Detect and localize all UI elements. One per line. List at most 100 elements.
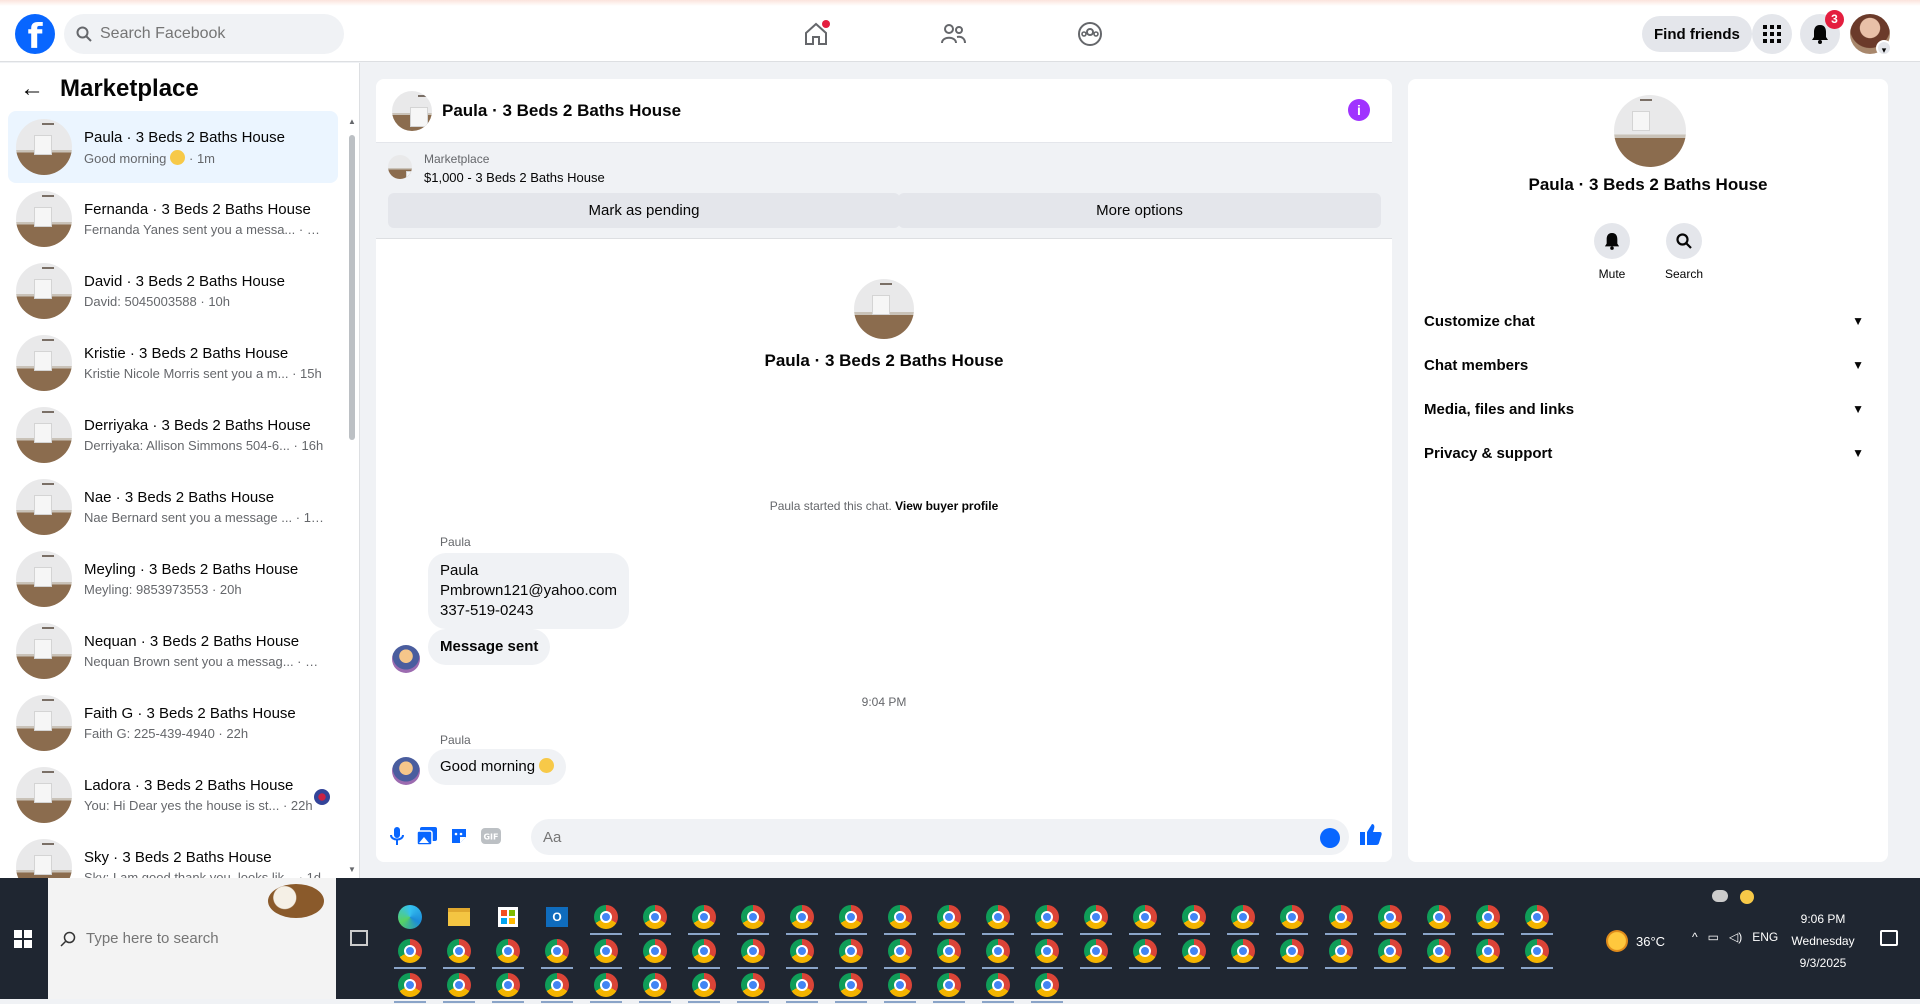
conversation-item[interactable]: Faith G · 3 Beds 2 Baths House Faith G: … [8, 687, 338, 759]
message-input[interactable] [531, 819, 1349, 855]
chrome-window-icon[interactable] [1517, 932, 1557, 970]
chevron-up-icon[interactable]: ^ [1692, 930, 1698, 944]
groups-nav[interactable] [1074, 18, 1106, 50]
facebook-logo[interactable]: f [15, 14, 55, 54]
chrome-window-icon[interactable] [1321, 932, 1361, 970]
chrome-window-icon[interactable] [733, 966, 773, 1004]
message-bubble[interactable]: Message sent [428, 629, 551, 665]
windows-start-icon[interactable] [14, 930, 32, 948]
chat-listing-thumbnail[interactable] [392, 90, 432, 131]
chrome-window-icon[interactable] [488, 966, 528, 1004]
chrome-window-icon[interactable] [978, 932, 1018, 970]
taskbar-search-input[interactable] [86, 930, 286, 947]
back-arrow-icon[interactable]: ← [20, 75, 44, 103]
chrome-window-icon[interactable] [586, 966, 626, 1004]
chrome-window-icon[interactable] [537, 932, 577, 970]
store-icon[interactable] [488, 898, 528, 936]
conversation-item[interactable]: David · 3 Beds 2 Baths House David: 5045… [8, 255, 338, 327]
scroll-down-icon[interactable]: ▼ [348, 865, 356, 874]
chrome-window-icon[interactable] [1468, 898, 1508, 936]
listing-price-title[interactable]: $1,000 - 3 Beds 2 Baths House [424, 170, 605, 185]
chrome-window-icon[interactable] [684, 898, 724, 936]
chrome-window-icon[interactable] [537, 966, 577, 1004]
chrome-window-icon[interactable] [782, 932, 822, 970]
chevron-down-icon[interactable]: ▾ [1876, 40, 1892, 56]
chrome-window-icon[interactable] [1076, 898, 1116, 936]
search-facebook-input[interactable] [100, 25, 320, 43]
chat-title[interactable]: Paula · 3 Beds 2 Baths House [442, 101, 681, 121]
chrome-window-icon[interactable] [1321, 898, 1361, 936]
chrome-window-icon[interactable] [733, 898, 773, 936]
chrome-window-icon[interactable] [1174, 932, 1214, 970]
chat-members-row[interactable]: Chat members ▼ [1424, 343, 1872, 387]
chrome-window-icon[interactable] [1027, 898, 1067, 936]
chrome-window-icon[interactable] [1027, 932, 1067, 970]
message-bubble[interactable]: Paula Pmbrown121@yahoo.com 337-519-0243 [428, 553, 629, 629]
task-view-icon[interactable] [350, 930, 368, 946]
thumbs-up-icon[interactable] [1360, 823, 1382, 851]
chrome-window-icon[interactable] [1370, 932, 1410, 970]
conversation-item[interactable]: Derriyaka · 3 Beds 2 Baths House Derriya… [8, 399, 338, 471]
chrome-window-icon[interactable] [929, 898, 969, 936]
chrome-window-icon[interactable] [1125, 898, 1165, 936]
conversation-item[interactable]: Sky · 3 Beds 2 Baths House Sky: I am goo… [8, 831, 338, 878]
chrome-window-icon[interactable] [684, 966, 724, 1004]
edge-icon[interactable] [390, 898, 430, 936]
chrome-window-icon[interactable] [831, 932, 871, 970]
photo-icon[interactable] [416, 825, 438, 847]
view-buyer-profile-link[interactable]: View buyer profile [895, 499, 998, 513]
chrome-window-icon[interactable] [1125, 932, 1165, 970]
chrome-window-icon[interactable] [488, 932, 528, 970]
chrome-window-icon[interactable] [684, 932, 724, 970]
chrome-window-icon[interactable] [1076, 932, 1116, 970]
message-bubble[interactable]: Good morning [428, 749, 567, 785]
weather-widget[interactable]: 36°C [1606, 930, 1665, 952]
microphone-icon[interactable] [386, 825, 408, 847]
conversation-item[interactable]: Meyling · 3 Beds 2 Baths House Meyling: … [8, 543, 338, 615]
conversation-item[interactable]: Nequan · 3 Beds 2 Baths House Nequan Bro… [8, 615, 338, 687]
chrome-window-icon[interactable] [1174, 898, 1214, 936]
language-indicator[interactable]: ENG [1752, 930, 1778, 944]
chrome-window-icon[interactable] [635, 898, 675, 936]
chrome-window-icon[interactable] [1419, 932, 1459, 970]
chrome-window-icon[interactable] [1223, 932, 1263, 970]
chrome-window-icon[interactable] [831, 898, 871, 936]
sender-avatar[interactable] [392, 645, 420, 673]
chrome-window-icon[interactable] [978, 966, 1018, 1004]
chrome-window-icon[interactable] [439, 932, 479, 970]
file-explorer-icon[interactable] [439, 898, 479, 936]
chrome-window-icon[interactable] [880, 898, 920, 936]
gif-icon[interactable]: GIF [480, 825, 502, 847]
chrome-window-icon[interactable] [880, 932, 920, 970]
volume-icon[interactable]: ◁) [1729, 930, 1742, 944]
notification-center-icon[interactable] [1880, 930, 1898, 946]
emoji-picker-icon[interactable] [1320, 828, 1340, 848]
chrome-window-icon[interactable] [782, 966, 822, 1004]
chrome-window-icon[interactable] [978, 898, 1018, 936]
chrome-window-icon[interactable] [929, 932, 969, 970]
conversation-item[interactable]: Ladora · 3 Beds 2 Baths House You: Hi De… [8, 759, 338, 831]
info-icon[interactable]: i [1348, 99, 1370, 121]
chrome-window-icon[interactable] [1419, 898, 1459, 936]
chrome-window-icon[interactable] [390, 966, 430, 1004]
more-options-button[interactable]: More options [898, 193, 1381, 228]
coconut-widget-icon[interactable] [268, 884, 324, 918]
media-files-links-row[interactable]: Media, files and links ▼ [1424, 387, 1872, 431]
tray-app-icon[interactable] [1740, 890, 1754, 904]
chrome-window-icon[interactable] [586, 898, 626, 936]
chrome-window-icon[interactable] [635, 932, 675, 970]
chrome-window-icon[interactable] [929, 966, 969, 1004]
chrome-window-icon[interactable] [1517, 898, 1557, 936]
sticker-icon[interactable] [448, 825, 470, 847]
chrome-window-icon[interactable] [635, 966, 675, 1004]
chrome-window-icon[interactable] [1272, 898, 1312, 936]
chrome-window-icon[interactable] [439, 966, 479, 1004]
find-friends-button[interactable]: Find friends [1642, 16, 1752, 52]
conversation-scrollbar[interactable]: ▲ ▼ [348, 113, 356, 874]
chrome-window-icon[interactable] [831, 966, 871, 1004]
chrome-window-icon[interactable] [1272, 932, 1312, 970]
scroll-thumb[interactable] [349, 135, 355, 440]
cloud-icon[interactable] [1712, 890, 1728, 902]
customize-chat-row[interactable]: Customize chat ▼ [1424, 299, 1872, 343]
friends-nav[interactable] [937, 18, 969, 50]
